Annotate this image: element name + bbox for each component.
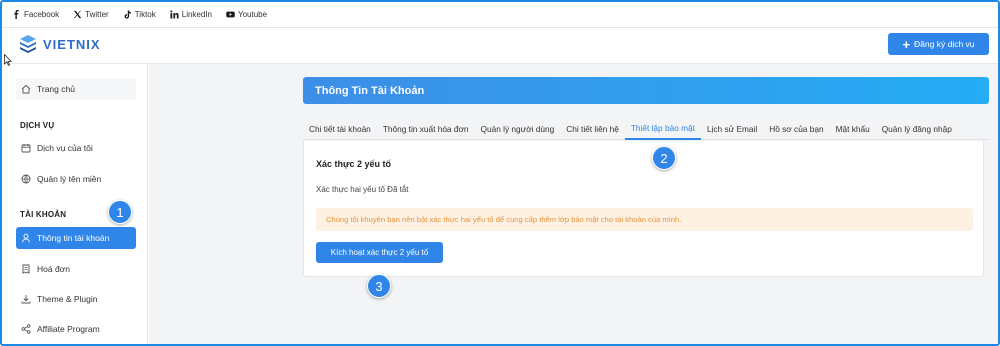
social-link-facebook[interactable]: Facebook [12,10,59,19]
app-frame: Facebook Twitter Tiktok LinkedIn Youtube [0,0,1000,346]
youtube-icon [226,11,235,18]
sidebar-item-theme-plugin[interactable]: Theme & Plugin [16,288,136,310]
sidebar-item-account-info[interactable]: Thông tin tài khoản [16,227,136,249]
facebook-icon [14,10,19,19]
register-service-button[interactable]: + Đăng ký dịch vụ [888,33,989,55]
sidebar-item-home[interactable]: Trang chủ [16,78,136,100]
two-factor-card: Xác thực 2 yếu tố Xác thực hai yếu tố Đã… [303,141,984,277]
tab-password[interactable]: Mật khẩu [830,118,876,140]
sidebar-item-label: Quản lý tên miền [37,174,102,184]
social-link-linkedin[interactable]: LinkedIn [170,10,212,19]
page-title: Thông Tin Tài Khoản [303,77,989,104]
tiktok-icon [124,10,131,19]
tab-login-management[interactable]: Quản lý đăng nhập [876,118,958,140]
tab-email-history[interactable]: Lịch sử Email [701,118,763,140]
sidebar-item-label: Thông tin tài khoản [37,233,110,243]
tab-invoice-info[interactable]: Thông tin xuất hóa đơn [377,118,475,140]
step-marker-2: 2 [652,146,676,170]
sidebar-item-domains[interactable]: Quản lý tên miền [16,168,136,190]
step-marker-3: 3 [367,274,391,298]
sidebar-item-label: Theme & Plugin [37,294,98,304]
brand-name: VIETNIX [43,36,101,52]
plus-icon: + [902,36,911,52]
step-marker-1: 1 [108,200,132,224]
social-label: Tiktok [134,10,156,19]
x-twitter-icon [74,10,82,19]
home-icon [21,84,31,94]
tab-user-management[interactable]: Quản lý người dùng [475,118,561,140]
globe-icon [21,174,31,184]
sidebar-item-label: Dịch vụ của tôi [37,143,93,153]
sidebar-item-affiliate[interactable]: Affiliate Program [16,318,136,340]
register-service-label: Đăng ký dịch vụ [914,39,975,49]
sidebar-item-label: Hoá đơn [37,264,70,274]
sidebar-item-label: Affiliate Program [37,324,100,334]
download-icon [21,295,31,304]
sidebar-item-my-services[interactable]: Dịch vụ của tôi [16,137,136,159]
social-label: Facebook [24,10,60,19]
sidebar-item-invoices[interactable]: Hoá đơn [16,258,136,280]
section-heading-account: TÀI KHOẢN [20,210,67,219]
social-label: LinkedIn [181,10,212,19]
tab-security-settings[interactable]: Thiết lập bảo mật [624,118,701,140]
two-factor-recommendation-alert: Chúng tôi khuyên bạn nên bật xác thực ha… [316,208,973,231]
site-header: VIETNIX + Đăng ký dịch vụ [2,28,998,64]
two-factor-title: Xác thực 2 yếu tố [316,159,392,169]
two-factor-status: Xác thực hai yếu tố Đã tắt [316,185,409,194]
vietnix-logo-icon [20,35,36,53]
social-link-youtube[interactable]: Youtube [226,10,267,19]
account-tabs: Chi tiết tài khoản Thông tin xuất hóa đơ… [303,118,989,140]
calendar-icon [21,144,31,153]
logo[interactable]: VIETNIX [18,34,101,54]
tab-profile[interactable]: Hồ sơ của bạn [763,118,829,140]
invoice-icon [22,264,30,274]
share-icon [21,324,31,334]
user-icon [22,233,30,243]
mouse-cursor-icon [4,54,12,66]
sidebar-item-label: Trang chủ [37,84,75,94]
linkedin-icon [170,10,179,19]
activate-two-factor-button[interactable]: Kích hoạt xác thực 2 yếu tố [316,242,443,263]
tab-contact-details[interactable]: Chi tiết liên hệ [560,118,625,140]
social-label: Youtube [238,10,268,19]
tab-account-details[interactable]: Chi tiết tài khoản [303,118,377,140]
social-link-tiktok[interactable]: Tiktok [123,10,156,19]
section-heading-services: DỊCH VỤ [20,121,55,130]
social-bar: Facebook Twitter Tiktok LinkedIn Youtube [2,2,998,28]
social-link-twitter[interactable]: Twitter [73,10,109,19]
social-label: Twitter [85,10,109,19]
